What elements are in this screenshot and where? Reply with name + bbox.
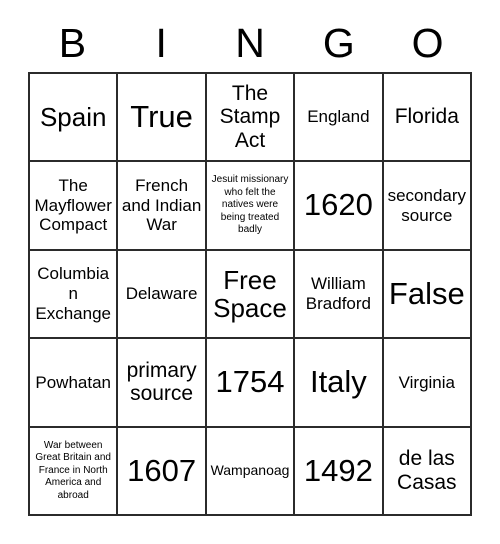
bingo-cell[interactable]: 1492 (295, 427, 384, 516)
bingo-header-letter-b: B (58, 19, 87, 66)
bingo-cell[interactable]: Italy (295, 339, 384, 428)
bingo-cell-label: secondary source (387, 185, 467, 225)
bingo-cell-label: primary source (126, 358, 197, 406)
bingo-cell[interactable]: Florida (383, 74, 472, 163)
bingo-cell-label: England (307, 107, 370, 127)
bingo-cell-label: 1607 (127, 452, 197, 488)
bingo-cell-label: Wampanoag (210, 462, 290, 479)
bingo-cell-label: War between Great Britain and France in … (35, 439, 111, 501)
bingo-cell[interactable]: primary source (118, 339, 207, 428)
bingo-cell-label: Spain (39, 102, 107, 133)
bingo-cell[interactable]: William Bradford (295, 250, 384, 340)
bingo-cell-label: Free Space (213, 264, 287, 323)
bingo-cell[interactable]: England (295, 74, 384, 163)
bingo-cell-label: True (130, 98, 193, 134)
bingo-cell[interactable]: False (383, 250, 472, 340)
bingo-cell[interactable]: 1620 (295, 162, 384, 251)
bingo-header-letter-g: G (322, 19, 355, 66)
bingo-cell[interactable]: Delaware (118, 250, 207, 340)
bingo-cell[interactable]: 1754 (206, 339, 296, 428)
bingo-cell-label: Jesuit missionary who felt the natives w… (211, 174, 289, 236)
bingo-cell[interactable]: Virginia (383, 339, 472, 428)
bingo-cell[interactable]: True (118, 74, 207, 163)
bingo-cell-label: False (388, 275, 465, 311)
bingo-cell-label: Virginia (398, 372, 455, 392)
bingo-cell[interactable]: 1607 (118, 427, 207, 516)
bingo-cell[interactable]: secondary source (383, 162, 472, 251)
bingo-cell[interactable]: Columbian Exchange (30, 250, 119, 340)
bingo-cell-label: 1620 (303, 187, 373, 223)
bingo-cell-label: Delaware (125, 284, 198, 304)
bingo-cell-free-space[interactable]: Free Space (206, 250, 296, 340)
bingo-cell-label: de las Casas (397, 447, 457, 494)
bingo-cell[interactable]: Jesuit missionary who felt the natives w… (206, 162, 296, 251)
bingo-cell-label: 1492 (303, 452, 373, 488)
bingo-cell[interactable]: The Stamp Act (206, 74, 296, 163)
bingo-grid: Spain True The Stamp Act England Florida… (28, 72, 472, 516)
bingo-cell[interactable]: Powhatan (30, 339, 119, 428)
bingo-cell-label: Columbian Exchange (35, 264, 111, 323)
bingo-cell-label: Italy (309, 364, 367, 400)
bingo-cell[interactable]: French and Indian War (118, 162, 207, 251)
bingo-header-letter-n: N (235, 19, 265, 66)
bingo-header-letter-o: O (411, 19, 444, 66)
bingo-header-row: B I N G O (28, 14, 472, 72)
bingo-cell-label: William Bradford (305, 274, 371, 313)
bingo-cell-label: Powhatan (35, 372, 111, 392)
bingo-cell[interactable]: Wampanoag (206, 427, 296, 516)
bingo-cell-label: 1754 (215, 364, 285, 400)
bingo-cell-label: Florida (394, 105, 459, 129)
bingo-header-letter-i: I (155, 19, 167, 66)
bingo-cell-label: The Mayflower Compact (34, 176, 112, 235)
bingo-cell-label: The Stamp Act (219, 81, 281, 152)
bingo-cell[interactable]: Spain (30, 74, 119, 163)
bingo-cell-label: French and Indian War (121, 176, 202, 235)
bingo-cell[interactable]: War between Great Britain and France in … (30, 427, 119, 516)
bingo-cell[interactable]: The Mayflower Compact (30, 162, 119, 251)
bingo-cell[interactable]: de las Casas (383, 427, 472, 516)
bingo-card: B I N G O Spain True The Stamp Act Engla… (0, 0, 500, 544)
